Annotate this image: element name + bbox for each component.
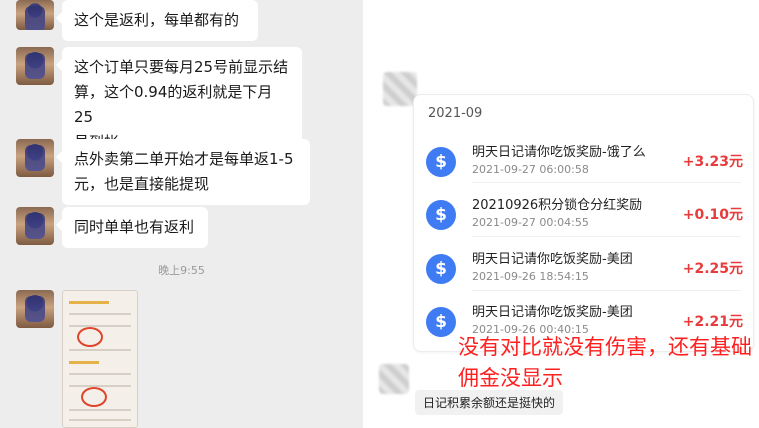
money-bag-icon: $ [426, 254, 456, 284]
divider [472, 290, 741, 291]
record-title: 20210926积分锁仓分红奖励 [472, 198, 643, 213]
avatar [379, 364, 409, 394]
record-date: 2021-09-27 00:04:55 [472, 216, 589, 229]
image-thumbnail[interactable] [62, 290, 138, 428]
chat-message-bubble[interactable]: 日记积累余额还是挺快的 [415, 390, 564, 415]
avatar[interactable] [16, 290, 54, 328]
avatar[interactable] [16, 0, 54, 30]
chat-message-bubble[interactable]: 这个是返利，每单都有的 [56, 0, 258, 41]
record-title: 明天日记请你吃饭奖励-美团 [472, 252, 633, 267]
record-amount: +2.25元 [682, 261, 743, 277]
chat-message-bubble[interactable]: 同时单单也有返利 [56, 207, 208, 248]
avatar[interactable] [16, 139, 54, 177]
list-item[interactable]: $ 明天日记请你吃饭奖励-美团 2021-09-26 18:54:15 +2.2… [426, 248, 743, 300]
chat-panel: 这个是返利，每单都有的 这个订单只要每月25号前显示结 算，这个0.94的返利就… [0, 0, 363, 428]
money-bag-icon: $ [426, 200, 456, 230]
avatar[interactable] [16, 47, 54, 85]
record-amount: +3.23元 [682, 154, 743, 170]
record-date: 2021-09-27 06:00:58 [472, 163, 589, 176]
divider [472, 236, 741, 237]
list-item[interactable]: $ 明天日记请你吃饭奖励-饿了么 2021-09-27 06:00:58 +3.… [426, 141, 743, 193]
chat-timestamp: 晚上9:55 [158, 264, 205, 277]
record-amount: +2.21元 [682, 314, 743, 330]
annotation-text: 没有对比就没有伤害，还有基础佣金没显示 [458, 335, 752, 390]
records-panel: 2021-09 $ 明天日记请你吃饭奖励-饿了么 2021-09-27 06:0… [363, 0, 759, 428]
records-card: 2021-09 $ 明天日记请你吃饭奖励-饿了么 2021-09-27 06:0… [413, 94, 754, 352]
record-title: 明天日记请你吃饭奖励-美团 [472, 305, 633, 320]
avatar[interactable] [16, 207, 54, 245]
record-title: 明天日记请你吃饭奖励-饿了么 [472, 145, 646, 160]
divider [472, 182, 741, 183]
chat-message-bubble[interactable]: 点外卖第二单开始才是每单返1-5 元，也是直接能提现 [56, 139, 310, 205]
record-date: 2021-09-26 18:54:15 [472, 270, 589, 283]
list-item[interactable]: $ 20210926积分锁仓分红奖励 2021-09-27 00:04:55 +… [426, 194, 743, 246]
record-amount: +0.10元 [682, 207, 743, 223]
avatar [383, 72, 417, 106]
month-header: 2021-09 [428, 106, 483, 121]
money-bag-icon: $ [426, 147, 456, 177]
money-bag-icon: $ [426, 307, 456, 337]
